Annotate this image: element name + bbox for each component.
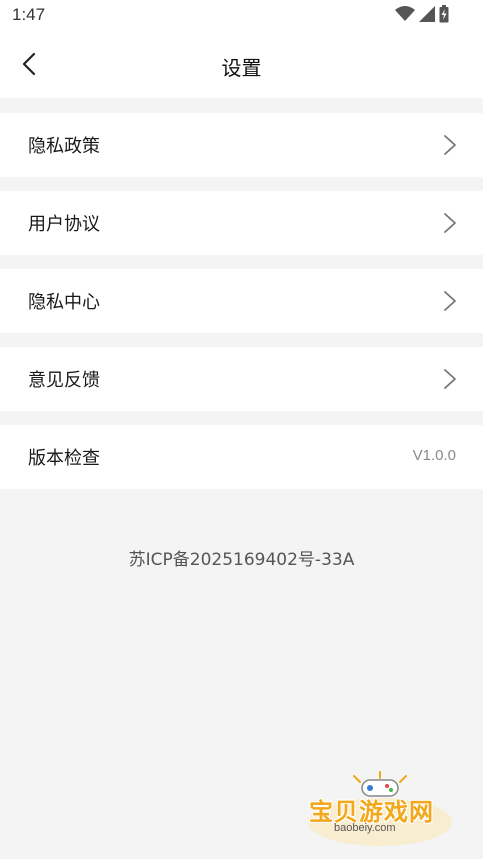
status-time: 1:47: [12, 5, 46, 24]
row-label: 隐私中心: [28, 292, 100, 313]
battery-icon: [439, 5, 449, 27]
watermark-url: baobeiy.com: [334, 822, 396, 834]
status-bar: 1:47: [0, 0, 483, 32]
row-label: 隐私政策: [28, 136, 100, 157]
version-check-row[interactable]: 版本检查 V1.0.0: [0, 425, 483, 489]
privacy-policy-row[interactable]: 隐私政策: [0, 113, 483, 177]
version-value: V1.0.0: [412, 447, 456, 464]
icp-record: 苏ICP备2025169402号-33A: [128, 550, 355, 570]
watermark-logo: 宝贝游戏网 baobeiy.com: [300, 770, 460, 850]
privacy-center-row[interactable]: 隐私中心: [0, 269, 483, 333]
wifi-icon: [395, 6, 415, 26]
chevron-right-icon: [443, 290, 457, 312]
nav-bar: 设置: [0, 32, 483, 98]
feedback-row[interactable]: 意见反馈: [0, 347, 483, 411]
row-label: 用户协议: [28, 214, 100, 235]
chevron-right-icon: [443, 368, 457, 390]
chevron-right-icon: [443, 212, 457, 234]
status-icons: [395, 5, 449, 27]
page-title: 设置: [221, 56, 262, 80]
signal-icon: [419, 6, 435, 26]
chevron-right-icon: [443, 134, 457, 156]
row-label: 意见反馈: [28, 370, 100, 391]
user-agreement-row[interactable]: 用户协议: [0, 191, 483, 255]
row-label: 版本检查: [28, 448, 100, 469]
